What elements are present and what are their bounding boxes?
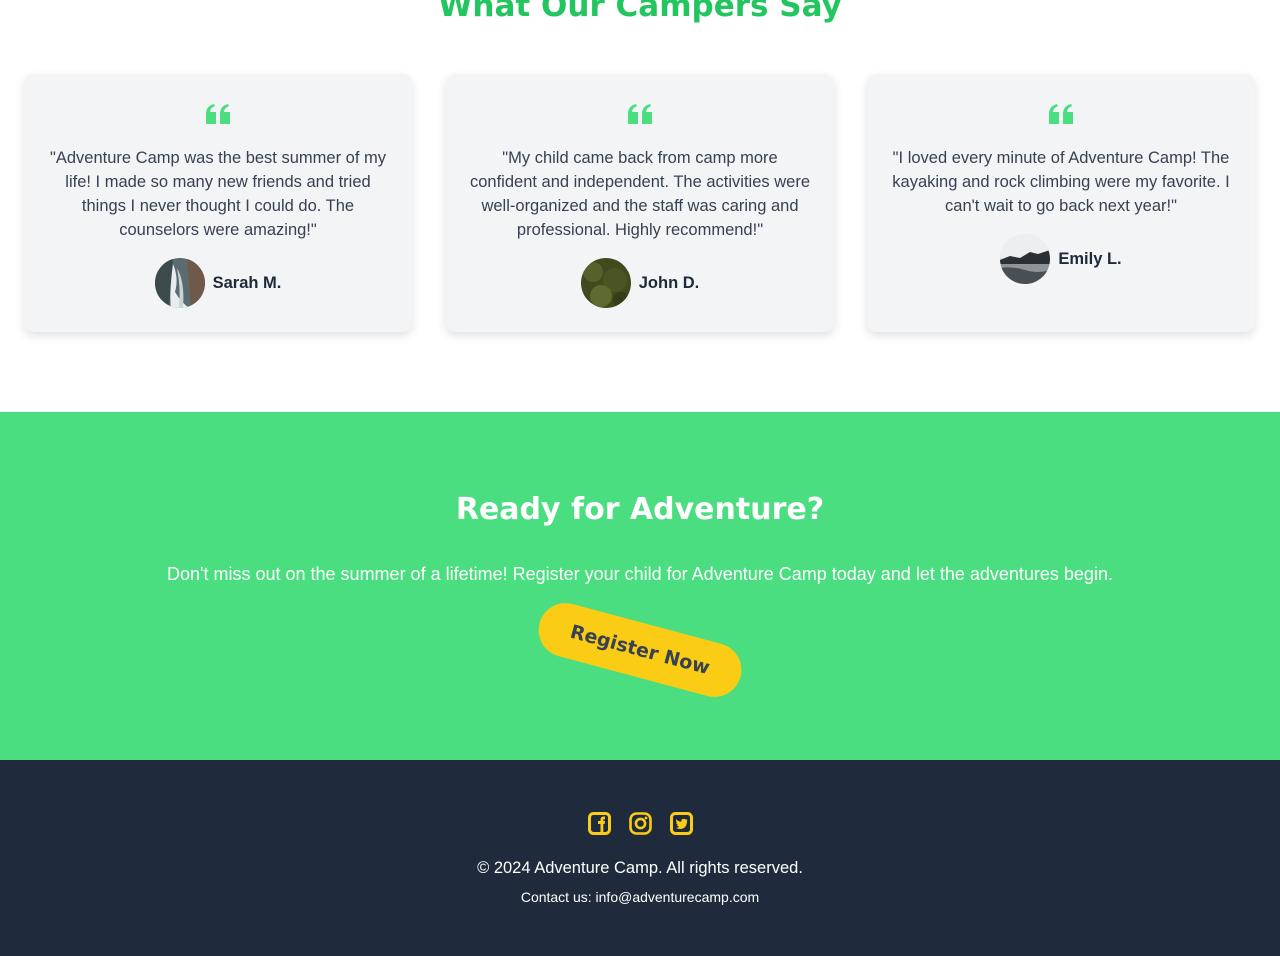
facebook-icon[interactable] bbox=[587, 812, 611, 835]
avatar bbox=[154, 258, 205, 308]
testimonial-quote: "I loved every minute of Adventure Camp!… bbox=[892, 149, 1230, 215]
social-links bbox=[0, 812, 1280, 835]
section-title: What Our Campers Say bbox=[438, 0, 842, 24]
testimonial-author: Emily L. bbox=[867, 234, 1255, 284]
testimonial-card: "My child came back from camp more confi… bbox=[446, 74, 834, 332]
testimonial-author: Sarah M. bbox=[24, 258, 412, 308]
author-name: Sarah M. bbox=[212, 273, 282, 292]
twitter-icon[interactable] bbox=[669, 812, 693, 835]
forest-photo bbox=[580, 258, 631, 308]
cta-title: Ready for Adventure? bbox=[455, 492, 825, 527]
footer: © 2024 Adventure Camp. All rights reserv… bbox=[0, 760, 1280, 956]
cta-section: Ready for Adventure? Don't miss out on t… bbox=[0, 412, 1280, 760]
author-name: Emily L. bbox=[1058, 249, 1122, 268]
testimonials-section: What Our Campers Say "Adventure Camp was… bbox=[0, 0, 1280, 412]
author-name: John D. bbox=[638, 273, 700, 292]
quote-left-icon bbox=[1049, 104, 1073, 124]
quote-left-icon bbox=[628, 104, 652, 124]
waterfall-photo bbox=[154, 258, 205, 308]
testimonial-quote: "Adventure Camp was the best summer of m… bbox=[50, 149, 386, 239]
testimonial-card: "Adventure Camp was the best summer of m… bbox=[24, 74, 412, 332]
testimonial-author: John D. bbox=[446, 258, 834, 308]
register-now-button[interactable]: Register Now bbox=[532, 597, 748, 703]
avatar bbox=[1000, 234, 1051, 284]
copyright-text: © 2024 Adventure Camp. All rights reserv… bbox=[477, 859, 803, 877]
avatar bbox=[580, 258, 631, 308]
testimonial-quote: "My child came back from camp more confi… bbox=[469, 149, 810, 239]
instagram-icon[interactable] bbox=[628, 812, 652, 835]
testimonial-card: "I loved every minute of Adventure Camp!… bbox=[867, 74, 1255, 332]
quote-left-icon bbox=[206, 104, 230, 124]
contact-text: Contact us: info@adventurecamp.com bbox=[520, 889, 760, 905]
coast-photo bbox=[1000, 234, 1051, 284]
cta-text: Don't miss out on the summer of a lifeti… bbox=[167, 564, 1113, 584]
